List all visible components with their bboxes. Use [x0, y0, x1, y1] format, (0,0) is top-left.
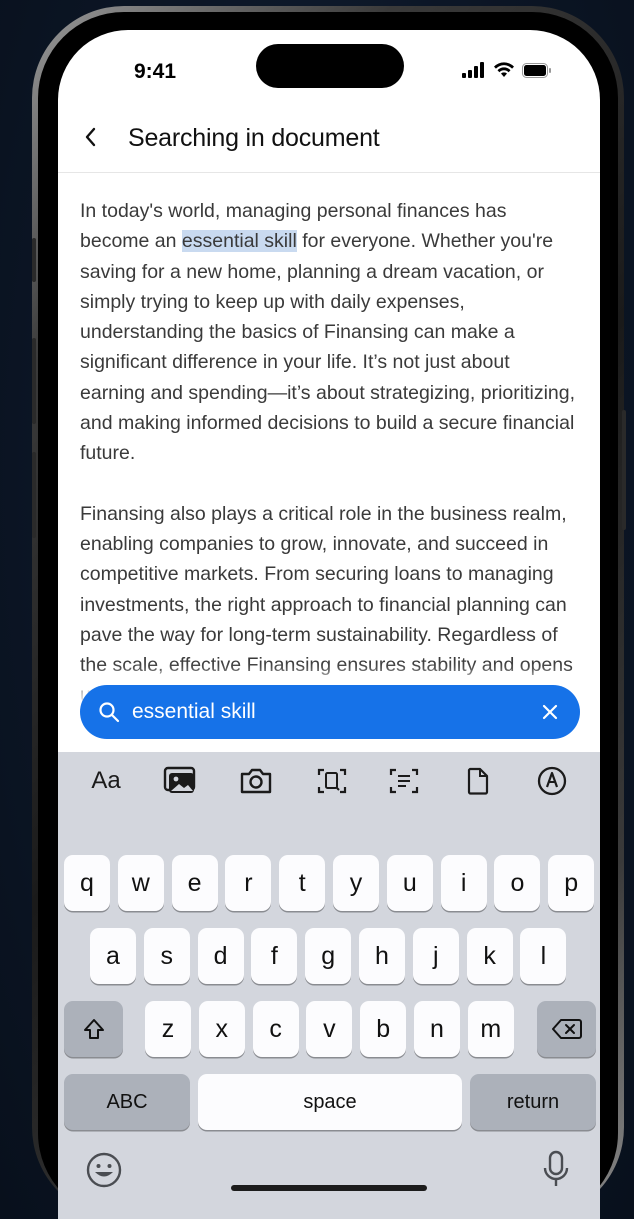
home-indicator — [231, 1185, 427, 1191]
key-o[interactable]: o — [494, 855, 541, 911]
scan-document-button[interactable] — [310, 766, 354, 796]
key-g[interactable]: g — [305, 928, 352, 984]
key-w[interactable]: w — [117, 855, 164, 911]
space-key[interactable]: space — [198, 1074, 462, 1130]
key-e[interactable]: e — [171, 855, 218, 911]
key-t[interactable]: t — [279, 855, 326, 911]
key-a[interactable]: a — [90, 928, 136, 984]
document-body: In today's world, managing personal fina… — [80, 196, 580, 741]
key-k[interactable]: k — [466, 928, 513, 984]
key-n[interactable]: n — [414, 1001, 460, 1057]
key-j[interactable]: j — [412, 928, 459, 984]
keyboard-toolbar: Aa — [58, 752, 600, 812]
status-icons — [462, 62, 552, 78]
file-button[interactable] — [456, 766, 500, 796]
key-b[interactable]: b — [360, 1001, 407, 1057]
key-f[interactable]: f — [251, 928, 298, 984]
key-y[interactable]: y — [333, 855, 379, 911]
navigation-bar: Searching in document — [58, 116, 600, 172]
battery-icon — [522, 62, 551, 78]
photo-library-icon — [163, 766, 196, 793]
search-input[interactable]: essential skill — [132, 700, 538, 724]
microphone-icon — [543, 1150, 569, 1186]
paragraph-text: for everyone. Whether you're saving for … — [80, 230, 576, 465]
scan-document-icon — [317, 768, 347, 794]
status-time: 9:41 — [134, 60, 177, 83]
phone-screen: 9:41 Searching in document In today's wo… — [58, 30, 600, 1219]
markup-icon — [537, 766, 567, 796]
delete-key[interactable] — [537, 1001, 596, 1057]
document-paragraph: Finansing also plays a critical role in … — [80, 502, 573, 707]
search-icon — [99, 702, 120, 723]
close-icon — [542, 704, 558, 720]
emoji-icon — [86, 1152, 122, 1188]
document-paragraph: In today's world, managing personal fina… — [80, 196, 580, 469]
cellular-signal-icon — [462, 62, 484, 78]
power-button — [622, 410, 626, 530]
volume-down-button — [32, 452, 36, 538]
key-u[interactable]: u — [386, 855, 433, 911]
wifi-icon — [494, 62, 514, 77]
key-m[interactable]: m — [467, 1001, 514, 1057]
scan-text-icon — [389, 768, 419, 794]
shift-icon — [83, 1019, 104, 1039]
delete-backspace-icon — [551, 1019, 582, 1039]
emoji-button[interactable] — [84, 1150, 124, 1190]
key-l[interactable]: l — [520, 928, 567, 984]
scan-text-button[interactable] — [382, 766, 426, 796]
volume-up-button — [32, 338, 36, 424]
key-r[interactable]: r — [225, 855, 272, 911]
key-p[interactable]: p — [548, 855, 595, 911]
text-format-button[interactable]: Aa — [84, 766, 128, 796]
key-s[interactable]: s — [143, 928, 190, 984]
photo-library-button[interactable] — [158, 766, 202, 796]
key-x[interactable]: x — [198, 1001, 245, 1057]
search-match-highlight[interactable]: essential skill — [181, 230, 297, 253]
page-title: Searching in document — [128, 124, 380, 152]
key-v[interactable]: v — [306, 1001, 353, 1057]
nav-divider — [58, 172, 600, 173]
markup-button[interactable] — [530, 766, 574, 796]
action-button — [32, 238, 36, 282]
abc-key[interactable]: ABC — [64, 1074, 190, 1130]
search-bar[interactable]: essential skill — [80, 685, 580, 739]
key-c[interactable]: c — [252, 1001, 299, 1057]
keyboard: Aa q w e r t y u i o p a s d f g h j k l… — [58, 752, 600, 1219]
file-icon — [467, 767, 489, 795]
chevron-left-icon[interactable] — [84, 126, 98, 148]
key-d[interactable]: d — [197, 928, 244, 984]
dynamic-island — [256, 44, 404, 88]
return-key[interactable]: return — [470, 1074, 596, 1130]
key-z[interactable]: z — [145, 1001, 191, 1057]
camera-button[interactable] — [234, 766, 278, 796]
key-i[interactable]: i — [440, 855, 487, 911]
key-q[interactable]: q — [64, 855, 110, 911]
clear-search-button[interactable] — [538, 700, 562, 724]
camera-icon — [240, 768, 272, 794]
dictation-button[interactable] — [538, 1148, 574, 1192]
key-h[interactable]: h — [359, 928, 405, 984]
shift-key[interactable] — [64, 1001, 123, 1057]
